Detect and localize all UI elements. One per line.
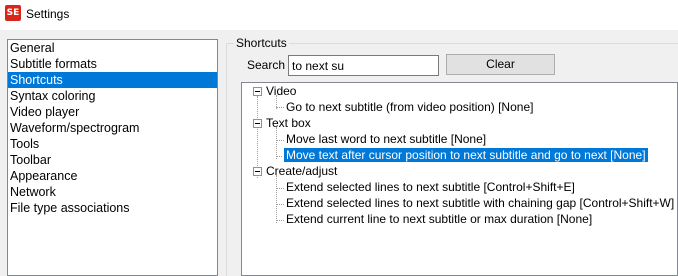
tree-connector — [276, 220, 284, 221]
collapse-video-icon[interactable] — [253, 87, 262, 96]
clear-button[interactable]: Clear — [446, 54, 555, 75]
shortcuts-tree[interactable]: Video Go to next subtitle (from video po… — [241, 82, 678, 276]
search-input[interactable] — [288, 55, 439, 76]
sidebar-item-tools[interactable]: Tools — [8, 136, 217, 152]
tree-connector — [276, 204, 284, 205]
tree-leaf[interactable]: Extend selected lines to next subtitle [… — [284, 180, 577, 194]
sidebar-item-network[interactable]: Network — [8, 184, 217, 200]
group-box-border — [226, 43, 678, 44]
tree-node-video[interactable]: Video — [264, 84, 298, 98]
tree-connector — [276, 127, 277, 159]
sidebar-item-shortcuts[interactable]: Shortcuts — [8, 72, 217, 88]
sidebar-item-file-type-associations[interactable]: File type associations — [8, 200, 217, 216]
tree-root-connector — [257, 96, 258, 178]
tree-leaf[interactable]: Extend selected lines to next subtitle w… — [284, 196, 676, 210]
search-label: Search — [247, 58, 286, 72]
collapse-create-adjust-icon[interactable] — [253, 167, 262, 176]
shortcuts-group-title: Shortcuts — [234, 36, 289, 50]
sidebar-item-waveform-spectrogram[interactable]: Waveform/spectrogram — [8, 120, 217, 136]
tree-leaf[interactable]: Move last word to next subtitle [None] — [284, 132, 488, 146]
tree-leaf[interactable]: Go to next subtitle (from video position… — [284, 100, 535, 114]
tree-connector — [276, 175, 277, 223]
settings-category-list[interactable]: General Subtitle formats Shortcuts Synta… — [7, 39, 218, 276]
collapse-text-box-icon[interactable] — [253, 119, 262, 128]
tree-connector — [276, 188, 284, 189]
sidebar-item-toolbar[interactable]: Toolbar — [8, 152, 217, 168]
tree-leaf-selected[interactable]: Move text after cursor position to next … — [283, 147, 649, 163]
window-title: Settings — [26, 7, 70, 21]
app-icon: SE — [5, 5, 21, 21]
sidebar-item-syntax-coloring[interactable]: Syntax coloring — [8, 88, 217, 104]
tree-connector — [276, 156, 284, 157]
tree-leaf[interactable]: Extend current line to next subtitle or … — [284, 212, 594, 226]
sidebar-item-general[interactable]: General — [8, 40, 217, 56]
sidebar-item-subtitle-formats[interactable]: Subtitle formats — [8, 56, 217, 72]
sidebar-item-video-player[interactable]: Video player — [8, 104, 217, 120]
tree-connector — [276, 140, 284, 141]
group-box-border-left — [226, 43, 227, 276]
title-bar: SE Settings — [0, 0, 678, 30]
tree-node-text-box[interactable]: Text box — [264, 116, 313, 130]
tree-node-create-adjust[interactable]: Create/adjust — [264, 164, 339, 178]
tree-connector — [276, 107, 284, 108]
sidebar-item-appearance[interactable]: Appearance — [8, 168, 217, 184]
